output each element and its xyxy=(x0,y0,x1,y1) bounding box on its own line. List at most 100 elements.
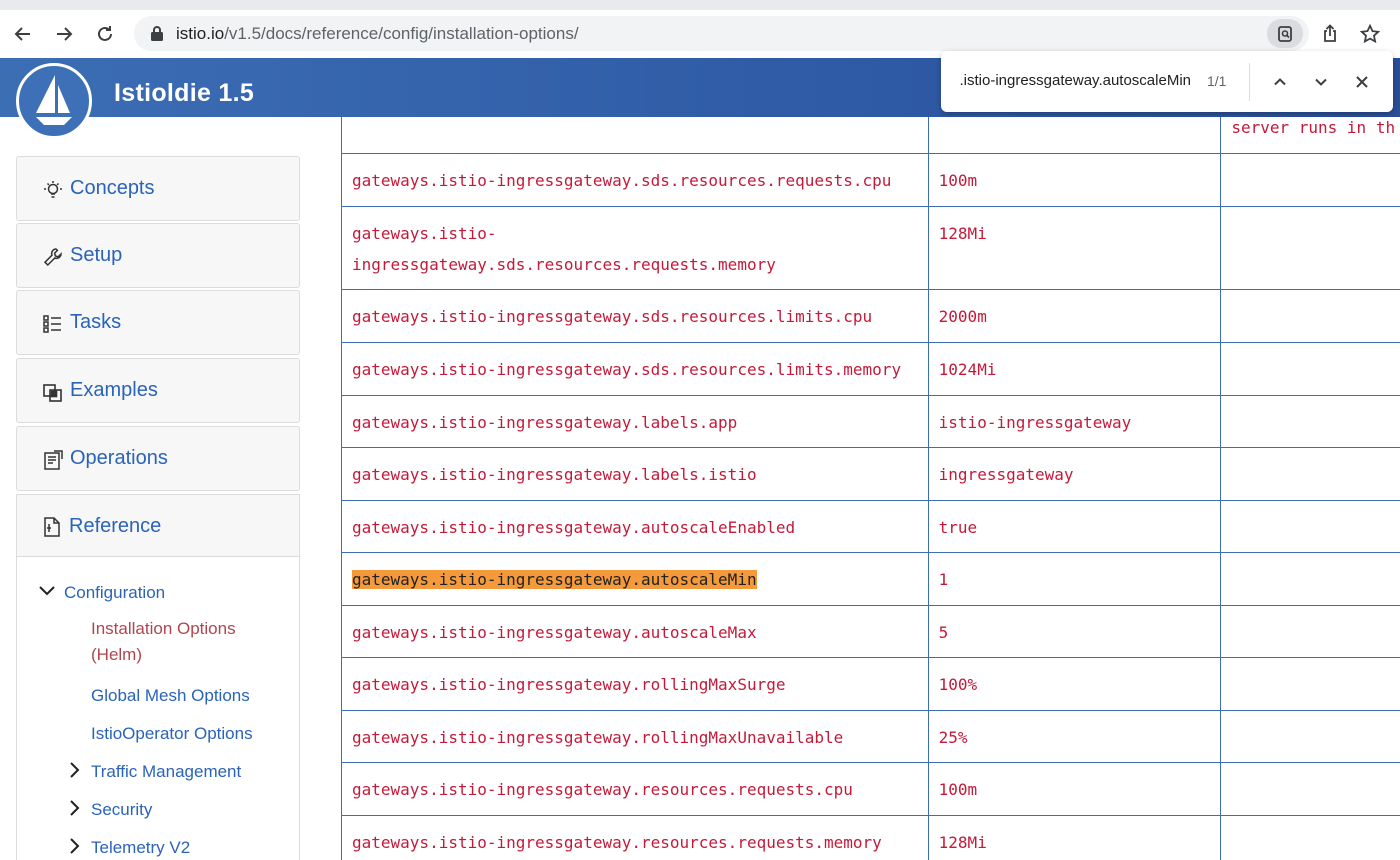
istio-logo[interactable] xyxy=(16,63,92,139)
option-key: gateways.istio-ingressgateway.resources.… xyxy=(352,779,853,799)
table-row: gateways.istio-ingressgateway.labels.app… xyxy=(341,394,1400,448)
description-cell xyxy=(1220,604,1400,658)
sidebar-item-examples[interactable]: Examples xyxy=(16,358,300,423)
key-cell: gateways.istio-ingressgateway.autoscaleM… xyxy=(341,551,929,606)
option-key: gateways.istio-ingressgateway.autoscaleE… xyxy=(352,517,796,537)
sidebar-item-operations[interactable]: Operations xyxy=(16,426,300,491)
security-toggle[interactable] xyxy=(67,800,83,816)
value-cell: 1024Mi xyxy=(927,341,1222,396)
find-previous-button[interactable] xyxy=(1267,69,1293,95)
tree-item-security[interactable]: Security xyxy=(91,800,152,820)
site-title[interactable]: Istioldie 1.5 xyxy=(114,79,254,108)
value-cell: 100m xyxy=(927,761,1222,816)
sailboat-icon xyxy=(36,75,72,125)
value-cell: ingressgateway xyxy=(927,446,1222,501)
options-table: server runs in th gateways.istio-ingress… xyxy=(341,117,1400,860)
list-icon xyxy=(43,315,61,333)
address-bar[interactable]: istio.io/v1.5/docs/reference/config/inst… xyxy=(134,16,1309,51)
tree-item-telemetry-v2[interactable]: Telemetry V2 xyxy=(91,838,190,858)
telemetry-toggle[interactable] xyxy=(67,838,83,854)
forward-button[interactable] xyxy=(50,20,78,48)
share-button[interactable] xyxy=(1316,20,1344,48)
description-cell xyxy=(1220,814,1400,860)
tree-item-configuration[interactable]: Configuration xyxy=(64,583,165,603)
option-key: gateways.istio-ingressgateway.sds.resour… xyxy=(352,223,776,274)
traffic-management-toggle[interactable] xyxy=(67,762,83,778)
table-row: gateways.istio-ingressgateway.sds.resour… xyxy=(341,341,1400,396)
key-cell: gateways.istio-ingressgateway.sds.resour… xyxy=(341,152,929,207)
key-cell: gateways.istio-ingressgateway.sds.resour… xyxy=(341,205,929,290)
url-text: istio.io/v1.5/docs/reference/config/inst… xyxy=(176,24,579,44)
key-cell: gateways.istio-ingressgateway.sds.resour… xyxy=(341,341,929,396)
share-icon xyxy=(1324,24,1336,42)
sidebar-item-setup[interactable]: Setup xyxy=(16,223,300,288)
chevron-down-icon xyxy=(39,586,55,596)
option-key: gateways.istio-ingressgateway.autoscaleM… xyxy=(352,622,757,642)
option-key: gateways.istio-ingressgateway.labels.ist… xyxy=(352,464,757,484)
description-cell xyxy=(1220,152,1400,207)
find-in-page-button[interactable] xyxy=(1267,19,1303,48)
table-row: gateways.istio-ingressgateway.labels.ist… xyxy=(341,446,1400,501)
description-cell xyxy=(1220,551,1400,606)
value-cell: 25% xyxy=(927,709,1222,763)
chevron-right-icon xyxy=(70,762,80,778)
close-icon xyxy=(1356,76,1368,88)
key-cell: gateways.istio-ingressgateway.rollingMax… xyxy=(341,709,929,763)
table-row: gateways.istio-ingressgateway.sds.resour… xyxy=(341,152,1400,207)
find-match-count: 1/1 xyxy=(1207,73,1227,89)
tree-item-traffic-management[interactable]: Traffic Management xyxy=(91,762,241,782)
tab-strip xyxy=(0,0,1400,10)
option-key: gateways.istio-ingressgateway.rollingMax… xyxy=(352,727,844,747)
key-cell: gateways.istio-ingressgateway.autoscaleM… xyxy=(341,604,929,658)
key-cell: gateways.istio-ingressgateway.rollingMax… xyxy=(341,656,929,711)
table-row: gateways.istio-ingressgateway.rollingMax… xyxy=(341,656,1400,711)
option-key: gateways.istio-ingressgateway.sds.resour… xyxy=(352,170,892,190)
table-row: gateways.istio-ingressgateway.autoscaleE… xyxy=(341,499,1400,553)
option-key: gateways.istio-ingressgateway.sds.resour… xyxy=(352,306,873,326)
chevron-right-icon xyxy=(70,838,80,854)
tree-item-global-mesh-options[interactable]: Global Mesh Options xyxy=(91,686,250,706)
value-cell: 128Mi xyxy=(927,814,1222,860)
key-cell: gateways.istio-ingressgateway.labels.ist… xyxy=(341,446,929,501)
arrow-right-icon xyxy=(57,27,73,41)
examples-icon xyxy=(43,384,62,402)
table-row: gateways.istio-ingressgateway.sds.resour… xyxy=(341,205,1400,290)
tree-item-installation-options[interactable]: Installation Options (Helm) xyxy=(91,616,281,668)
tree-item-istiooperator-options[interactable]: IstioOperator Options xyxy=(91,724,253,744)
arrow-left-icon xyxy=(14,27,30,41)
sidebar-item-reference[interactable]: Reference xyxy=(17,495,299,557)
option-key: gateways.istio-ingressgateway.labels.app xyxy=(352,412,738,432)
description-cell xyxy=(1220,761,1400,816)
bookmark-button[interactable] xyxy=(1356,20,1384,48)
table-row: gateways.istio-ingressgateway.rollingMax… xyxy=(341,709,1400,763)
value-cell: 100m xyxy=(927,152,1222,207)
find-next-button[interactable] xyxy=(1308,69,1334,95)
description-cell xyxy=(1220,394,1400,448)
chevron-up-icon xyxy=(1274,78,1286,86)
lock-icon xyxy=(151,26,163,41)
description-cell xyxy=(1220,656,1400,711)
table-row: gateways.istio-ingressgateway.autoscaleM… xyxy=(341,551,1400,606)
description-cell xyxy=(1220,205,1400,290)
description-cell xyxy=(1220,709,1400,763)
chevron-right-icon xyxy=(70,800,80,816)
sidebar-item-label: Examples xyxy=(70,379,158,401)
sidebar-item-label: Reference xyxy=(69,515,162,537)
key-cell xyxy=(341,117,929,154)
reload-icon xyxy=(98,26,112,41)
find-highlight: gateways.istio-ingressgateway.autoscaleM… xyxy=(352,569,757,589)
value-cell: 100% xyxy=(927,656,1222,711)
sidebar-item-concepts[interactable]: Concepts xyxy=(16,156,300,221)
options-table-container[interactable]: server runs in th gateways.istio-ingress… xyxy=(341,117,1400,860)
value-cell: 1 xyxy=(927,551,1222,606)
table-row: server runs in th xyxy=(341,117,1400,154)
find-close-button[interactable] xyxy=(1349,69,1375,95)
reload-button[interactable] xyxy=(91,20,119,48)
key-cell: gateways.istio-ingressgateway.resources.… xyxy=(341,761,929,816)
sidebar-item-tasks[interactable]: Tasks xyxy=(16,290,300,355)
configuration-toggle[interactable] xyxy=(39,583,55,599)
back-button[interactable] xyxy=(9,20,37,48)
find-input[interactable]: gateways.istio-ingressgateway.autoscaleM… xyxy=(959,72,1191,89)
key-cell: gateways.istio-ingressgateway.autoscaleE… xyxy=(341,499,929,553)
sidebar-item-label: Tasks xyxy=(70,311,122,333)
